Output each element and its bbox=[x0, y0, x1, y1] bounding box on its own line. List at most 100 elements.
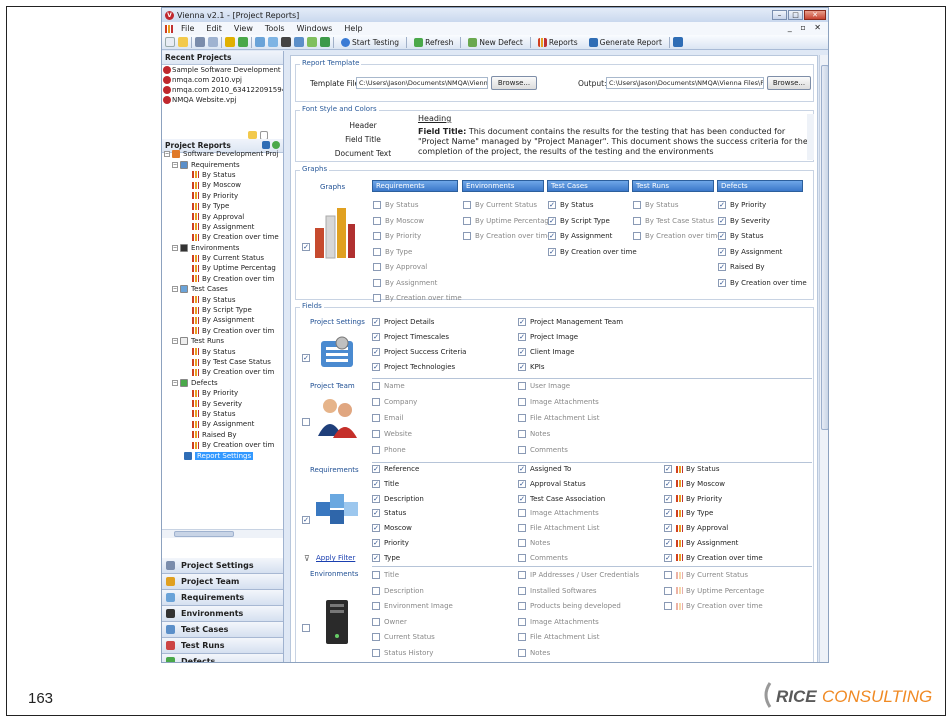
field-option[interactable]: By Assignment bbox=[718, 247, 782, 256]
field-option[interactable]: Project Details bbox=[372, 318, 434, 326]
collapse-toggle[interactable]: − bbox=[164, 151, 170, 158]
field-option[interactable]: By Assignment bbox=[373, 278, 437, 287]
option-checkbox[interactable] bbox=[373, 201, 381, 209]
field-option[interactable]: Company bbox=[372, 398, 417, 406]
nav-environments[interactable]: Environments bbox=[162, 606, 283, 622]
tree-node[interactable]: By Priority bbox=[162, 388, 283, 398]
tree-node[interactable]: By Creation over tim bbox=[162, 274, 283, 284]
field-option[interactable]: By Uptime Percentage bbox=[463, 216, 553, 225]
option-checkbox[interactable] bbox=[518, 333, 526, 341]
option-checkbox[interactable] bbox=[664, 465, 672, 473]
option-checkbox[interactable] bbox=[664, 524, 672, 533]
template-file-input[interactable]: C:\Users\Jason\Documents\NMQA\Vienna F bbox=[356, 77, 488, 89]
field-option[interactable]: By Severity bbox=[718, 216, 770, 225]
field-option[interactable]: By Priority bbox=[664, 494, 722, 503]
field-option[interactable]: File Attachment List bbox=[518, 524, 599, 533]
field-option[interactable]: Status bbox=[372, 509, 406, 518]
folder-icon[interactable] bbox=[248, 131, 257, 139]
collapse-toggle[interactable]: − bbox=[172, 161, 178, 168]
option-checkbox[interactable] bbox=[372, 571, 380, 579]
field-option[interactable]: By Creation over time bbox=[633, 232, 722, 240]
option-checkbox[interactable] bbox=[373, 263, 381, 271]
field-option[interactable]: File Attachment List bbox=[518, 414, 599, 422]
collapse-toggle[interactable]: − bbox=[172, 379, 178, 386]
template-browse-button[interactable]: Browse... bbox=[491, 76, 537, 90]
tree-node[interactable]: By Creation over tim bbox=[162, 440, 283, 450]
field-option[interactable]: Project Technologies bbox=[372, 363, 455, 371]
option-checkbox[interactable] bbox=[372, 414, 380, 422]
option-checkbox[interactable] bbox=[518, 509, 526, 518]
option-checkbox[interactable] bbox=[518, 553, 526, 562]
test-runs-icon[interactable] bbox=[294, 37, 304, 47]
field-option[interactable]: Notes bbox=[518, 648, 550, 657]
option-checkbox[interactable] bbox=[372, 446, 380, 454]
option-checkbox[interactable] bbox=[372, 648, 380, 657]
option-checkbox[interactable] bbox=[372, 348, 380, 356]
option-checkbox[interactable] bbox=[518, 539, 526, 547]
option-checkbox[interactable] bbox=[518, 398, 526, 406]
field-option[interactable]: By Current Status bbox=[463, 201, 537, 209]
field-option[interactable]: By Moscow bbox=[664, 479, 725, 488]
option-checkbox[interactable] bbox=[372, 509, 380, 518]
recent-project-item[interactable]: nmqa.com 2010_634122091594 bbox=[162, 85, 283, 95]
option-checkbox[interactable] bbox=[548, 216, 556, 225]
refresh-button[interactable]: Refresh bbox=[414, 37, 453, 47]
field-option[interactable]: Assigned To bbox=[518, 465, 571, 473]
tree-horizontal-scrollbar[interactable] bbox=[162, 529, 283, 538]
option-checkbox[interactable] bbox=[633, 216, 641, 225]
field-option[interactable]: By Priority bbox=[718, 201, 766, 209]
tree-node[interactable]: − Defects bbox=[162, 378, 283, 388]
option-checkbox[interactable] bbox=[518, 382, 526, 390]
tree-node[interactable]: By Creation over tim bbox=[162, 326, 283, 336]
field-option[interactable]: Status History bbox=[372, 648, 433, 657]
option-checkbox[interactable] bbox=[463, 216, 471, 225]
nav-requirements[interactable]: Requirements bbox=[162, 590, 283, 606]
field-option[interactable]: By Assignment bbox=[548, 232, 612, 240]
tree-node[interactable]: By Priority bbox=[162, 191, 283, 201]
collapse-toggle[interactable]: − bbox=[172, 244, 178, 251]
collapse-toggle[interactable]: − bbox=[172, 338, 178, 345]
tree-node[interactable]: By Status bbox=[162, 170, 283, 180]
main-vertical-scrollbar[interactable] bbox=[819, 55, 828, 662]
option-checkbox[interactable] bbox=[664, 479, 672, 488]
field-option[interactable]: Image Attachments bbox=[518, 398, 599, 406]
move-up-icon[interactable] bbox=[225, 37, 235, 47]
defects-icon[interactable] bbox=[320, 37, 330, 47]
option-checkbox[interactable] bbox=[548, 201, 556, 209]
tree-scroll-thumb[interactable] bbox=[174, 531, 234, 537]
field-option[interactable]: Moscow bbox=[372, 524, 412, 533]
field-option[interactable]: By Status bbox=[548, 201, 593, 209]
option-checkbox[interactable] bbox=[373, 247, 381, 256]
refresh-tree-icon[interactable] bbox=[272, 141, 280, 149]
option-checkbox[interactable] bbox=[664, 602, 672, 610]
field-option[interactable]: By Assignment bbox=[664, 539, 738, 547]
help-icon[interactable] bbox=[672, 37, 683, 47]
minimize-button[interactable]: – bbox=[772, 10, 787, 20]
option-checkbox[interactable] bbox=[718, 263, 726, 271]
tree-node[interactable]: − Test Cases bbox=[162, 284, 283, 294]
field-option[interactable]: KPIs bbox=[518, 363, 545, 371]
project-settings-include-checkbox[interactable] bbox=[302, 354, 310, 362]
recent-project-item[interactable]: NMQA Website.vpj bbox=[162, 95, 283, 105]
maximize-button[interactable]: □ bbox=[788, 10, 803, 20]
nav-test-cases[interactable]: Test Cases bbox=[162, 622, 283, 638]
menu-help[interactable]: Help bbox=[344, 24, 362, 33]
new-icon[interactable] bbox=[165, 37, 175, 47]
field-option[interactable]: Comments bbox=[518, 553, 568, 562]
option-checkbox[interactable] bbox=[372, 553, 380, 562]
option-checkbox[interactable] bbox=[518, 479, 526, 488]
option-checkbox[interactable] bbox=[372, 617, 380, 626]
field-option[interactable]: Title bbox=[372, 571, 399, 579]
option-checkbox[interactable] bbox=[664, 494, 672, 503]
field-option[interactable]: By Status bbox=[718, 232, 763, 240]
requirements-icon[interactable] bbox=[255, 37, 265, 47]
option-checkbox[interactable] bbox=[518, 586, 526, 595]
field-option[interactable]: By Status bbox=[633, 201, 678, 209]
option-checkbox[interactable] bbox=[518, 494, 526, 503]
option-checkbox[interactable] bbox=[664, 586, 672, 595]
tree-node[interactable]: By Assignment bbox=[162, 419, 283, 429]
field-option[interactable]: Raised By bbox=[718, 263, 765, 271]
project-team-include-checkbox[interactable] bbox=[302, 418, 310, 426]
field-option[interactable]: By Creation over time bbox=[548, 247, 637, 256]
option-checkbox[interactable] bbox=[518, 363, 526, 371]
